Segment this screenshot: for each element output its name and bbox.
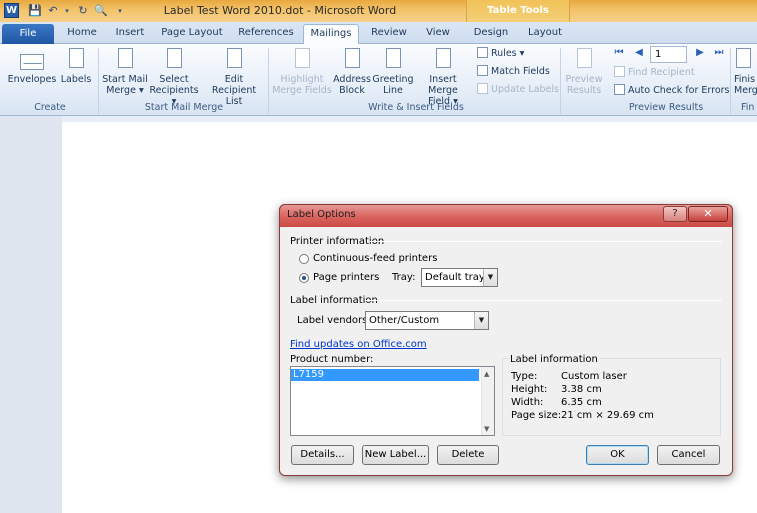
start-mail-merge-button[interactable]: Start Mail Merge ▾ (100, 48, 150, 96)
find-recipient-icon (614, 66, 625, 77)
select-recipients-button[interactable]: Select Recipients ▾ (148, 48, 200, 107)
group-finish-label: Fin (741, 102, 755, 113)
recipients-icon (161, 48, 187, 72)
scroll-down-icon[interactable]: ▼ (484, 425, 489, 433)
details-button[interactable]: Details... (291, 445, 354, 465)
insert-field-icon (430, 48, 456, 72)
page-size-label: Page size: (511, 410, 562, 421)
cancel-button[interactable]: Cancel (657, 445, 720, 465)
chevron-down-icon: ▼ (483, 269, 497, 286)
update-labels-button[interactable]: Update Labels (477, 82, 559, 98)
tab-mailings[interactable]: Mailings (303, 24, 359, 45)
info-panel-heading: Label information (508, 354, 600, 365)
window-title: Label Test Word 2010.dot - Microsoft Wor… (163, 4, 397, 17)
product-number-label: Product number: (290, 354, 374, 365)
tab-layout[interactable]: Layout (520, 24, 570, 44)
address-block-icon (339, 48, 365, 72)
group-separator (98, 48, 99, 114)
find-recipient-button[interactable]: Find Recipient (614, 65, 695, 81)
help-button[interactable]: ? (663, 206, 687, 222)
chevron-down-icon: ▼ (474, 312, 488, 329)
tab-page-layout[interactable]: Page Layout (156, 24, 228, 44)
rules-button[interactable]: Rules ▾ (477, 46, 524, 62)
height-value: 3.38 cm (561, 384, 602, 395)
last-record-icon[interactable]: ⏭ (713, 47, 725, 58)
envelopes-button[interactable]: Envelopes (6, 48, 58, 85)
group-separator (730, 48, 731, 114)
finish-merge-icon (734, 48, 757, 72)
page-size-value: 21 cm × 29.69 cm (561, 410, 654, 421)
labels-button[interactable]: Labels (58, 48, 94, 85)
scroll-up-icon[interactable]: ▲ (484, 370, 489, 378)
greeting-line-button[interactable]: Greeting Line (372, 48, 414, 96)
group-write-insert-label: Write & Insert Fields (368, 102, 464, 113)
insert-merge-field-button[interactable]: Insert Merge Field ▾ (414, 48, 472, 107)
divider (370, 241, 722, 242)
auto-check-icon (614, 84, 625, 95)
tab-home[interactable]: Home (60, 24, 104, 44)
continuous-feed-radio[interactable] (299, 254, 309, 264)
match-fields-icon (477, 65, 488, 76)
auto-check-errors-button[interactable]: Auto Check for Errors (614, 83, 730, 99)
record-number-input[interactable]: 1 (650, 46, 687, 63)
label-vendors-select[interactable]: Other/Custom ▼ (365, 311, 489, 330)
height-label: Height: (511, 384, 548, 395)
greeting-line-icon (380, 48, 406, 72)
ok-button[interactable]: OK (586, 445, 649, 465)
tab-view[interactable]: View (418, 24, 458, 44)
label-vendors-label: Label vendors: (297, 315, 371, 326)
continuous-feed-label[interactable]: Continuous-feed printers (313, 253, 437, 264)
tab-design[interactable]: Design (468, 24, 514, 44)
preview-abc-icon (571, 48, 597, 72)
edit-list-icon (221, 48, 247, 72)
update-labels-icon (477, 83, 488, 94)
tab-file[interactable]: File (2, 24, 54, 44)
next-record-icon[interactable]: ▶ (694, 47, 706, 58)
group-separator (560, 48, 561, 114)
preview-results-button[interactable]: Preview Results (563, 48, 605, 96)
dialog-title: Label Options (287, 209, 356, 220)
finish-merge-button[interactable]: Finis Merg (734, 48, 757, 96)
edit-recipient-list-button[interactable]: Edit Recipient List (204, 48, 264, 107)
group-create-label: Create (34, 102, 66, 113)
tray-select[interactable]: Default tray ▼ (421, 268, 498, 287)
tab-references[interactable]: References (233, 24, 299, 44)
type-value: Custom laser (561, 371, 627, 382)
labels-icon (63, 48, 89, 72)
address-block-button[interactable]: Address Block (332, 48, 372, 96)
type-label: Type: (511, 371, 538, 382)
delete-button[interactable]: Delete (437, 445, 499, 465)
left-margin-area (0, 116, 62, 513)
group-preview-label: Preview Results (628, 102, 704, 113)
width-value: 6.35 cm (561, 397, 602, 408)
find-updates-link[interactable]: Find updates on Office.com (290, 339, 427, 350)
first-record-icon[interactable]: ⏮ (613, 47, 625, 58)
tray-label: Tray: (392, 272, 416, 283)
highlight-merge-fields-button[interactable]: Highlight Merge Fields (272, 48, 332, 96)
new-label-button[interactable]: New Label... (362, 445, 429, 465)
envelope-icon (19, 48, 45, 72)
close-button[interactable]: ✕ (688, 206, 728, 222)
previous-record-icon[interactable]: ◀ (633, 47, 645, 58)
group-start-mail-merge-label: Start Mail Merge (144, 102, 224, 113)
rules-icon (477, 47, 488, 58)
list-item[interactable]: L7159 (291, 369, 479, 381)
page-printers-radio[interactable] (299, 273, 309, 283)
width-label: Width: (511, 397, 544, 408)
mail-merge-icon (112, 48, 138, 72)
tab-insert[interactable]: Insert (108, 24, 152, 44)
group-separator (268, 48, 269, 114)
divider (365, 300, 722, 301)
highlight-icon (289, 48, 315, 72)
page-printers-label[interactable]: Page printers (313, 272, 379, 283)
tab-review[interactable]: Review (366, 24, 412, 44)
match-fields-button[interactable]: Match Fields (477, 64, 550, 80)
